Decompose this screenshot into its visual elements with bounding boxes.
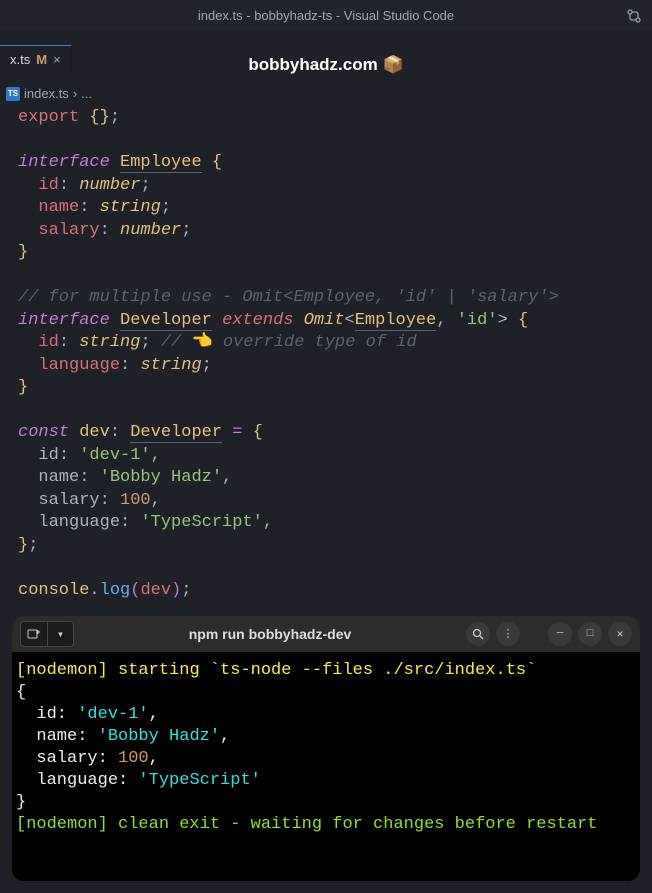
- tab-dropdown-button[interactable]: ▾: [47, 622, 73, 646]
- window-titlebar: index.ts - bobbyhadz-ts - Visual Studio …: [0, 0, 652, 30]
- new-tab-button[interactable]: [21, 622, 47, 646]
- terminal-title: npm run bobbyhadz-dev: [80, 626, 460, 642]
- title-text: index.ts - bobbyhadz-ts - Visual Studio …: [198, 8, 454, 23]
- cube-icon: 📦: [378, 55, 404, 75]
- maximize-button[interactable]: □: [578, 622, 602, 646]
- breadcrumb-sep: ›: [73, 86, 77, 101]
- ts-file-icon: TS: [6, 87, 20, 101]
- terminal-header: ▾ npm run bobbyhadz-dev ⋮ ─ □ ✕: [12, 616, 640, 652]
- terminal-output[interactable]: [nodemon] starting `ts-node --files ./sr…: [12, 652, 640, 844]
- code-editor[interactable]: export {}; interface Employee { id: numb…: [0, 103, 652, 606]
- tab-modified-indicator: M: [36, 52, 47, 67]
- tab-label: x.ts: [10, 52, 30, 67]
- close-button[interactable]: ✕: [608, 622, 632, 646]
- terminal-panel: ▾ npm run bobbyhadz-dev ⋮ ─ □ ✕ [nodemon…: [12, 616, 640, 881]
- minimize-button[interactable]: ─: [548, 622, 572, 646]
- tab-close-icon[interactable]: ×: [53, 52, 61, 67]
- window-controls: ─ □ ✕: [548, 622, 632, 646]
- menu-button[interactable]: ⋮: [496, 622, 520, 646]
- tab-index-ts[interactable]: x.ts M ×: [0, 45, 72, 73]
- terminal-tab-controls: ▾: [20, 621, 74, 647]
- site-header: bobbyhadz.com 📦: [0, 50, 652, 80]
- breadcrumb[interactable]: TS index.ts › ...: [0, 84, 652, 103]
- site-name: bobbyhadz.com: [248, 55, 377, 75]
- breadcrumb-rest: ...: [81, 86, 92, 101]
- git-compare-icon[interactable]: [626, 8, 642, 29]
- breadcrumb-file: index.ts: [24, 86, 69, 101]
- tab-bar: x.ts M ×: [0, 45, 72, 73]
- search-button[interactable]: [466, 622, 490, 646]
